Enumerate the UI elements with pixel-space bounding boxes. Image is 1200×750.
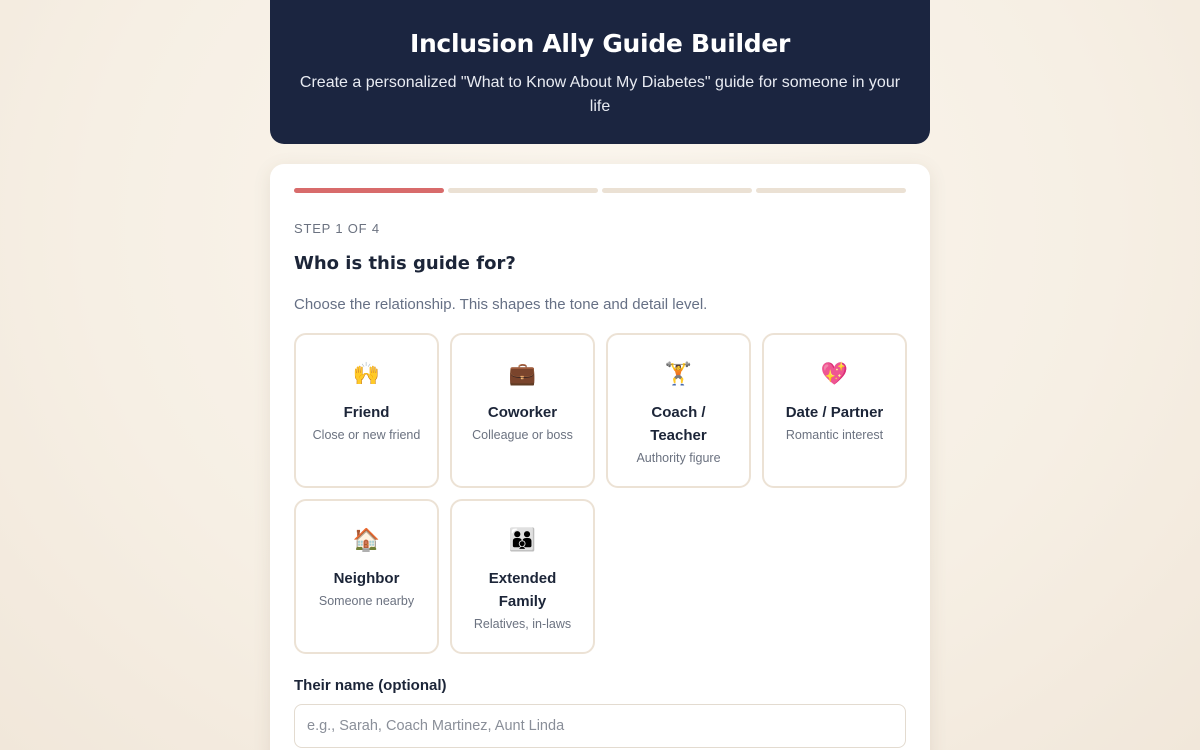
option-subtitle: Close or new friend <box>312 428 421 442</box>
step-question: Who is this guide for? <box>294 253 516 274</box>
option-subtitle: Romantic interest <box>785 428 884 442</box>
option-subtitle: Relatives, in-laws <box>473 617 572 631</box>
step-card: STEP 1 OF 4 Who is this guide for? Choos… <box>270 164 930 750</box>
option-coworker[interactable]: 💼 Coworker Colleague or boss <box>450 333 595 488</box>
option-coach-teacher[interactable]: 🏋️ Coach / Teacher Authority figure <box>606 333 751 488</box>
page-title: Inclusion Ally Guide Builder <box>409 29 791 58</box>
progress-segment-4 <box>756 188 906 193</box>
option-title: Neighbor <box>333 570 400 587</box>
option-subtitle: Authority figure <box>636 451 721 465</box>
name-field-label: Their name (optional) <box>294 677 447 694</box>
family-icon: 👪 <box>508 527 537 552</box>
progress-bar <box>294 188 906 193</box>
option-extended-family[interactable]: 👪 Extended Family Relatives, in-laws <box>450 499 595 654</box>
progress-segment-3 <box>602 188 752 193</box>
page-subtitle: Create a personalized "What to Know Abou… <box>299 74 901 115</box>
app-header: Inclusion Ally Guide Builder Create a pe… <box>270 0 930 144</box>
option-subtitle: Colleague or boss <box>472 428 573 442</box>
progress-segment-1 <box>294 188 444 193</box>
option-title: Coach / Teacher <box>650 404 707 444</box>
option-date-partner[interactable]: 💖 Date / Partner Romantic interest <box>762 333 907 488</box>
option-title: Friend <box>343 404 390 421</box>
raised-hands-icon: 🙌 <box>352 361 381 386</box>
sparkling-heart-icon: 💖 <box>820 361 849 386</box>
weightlifter-icon: 🏋️ <box>664 361 693 386</box>
progress-segment-2 <box>448 188 598 193</box>
option-title: Coworker <box>487 404 558 421</box>
step-label: STEP 1 OF 4 <box>294 221 380 236</box>
option-friend[interactable]: 🙌 Friend Close or new friend <box>294 333 439 488</box>
option-neighbor[interactable]: 🏠 Neighbor Someone nearby <box>294 499 439 654</box>
step-hint: Choose the relationship. This shapes the… <box>294 296 708 313</box>
house-icon: 🏠 <box>352 527 381 552</box>
option-subtitle: Someone nearby <box>318 594 415 608</box>
relationship-options: 🙌 Friend Close or new friend 💼 Coworker … <box>294 333 907 654</box>
name-input[interactable] <box>294 704 906 748</box>
briefcase-icon: 💼 <box>508 361 537 386</box>
option-title: Extended Family <box>488 570 557 610</box>
option-title: Date / Partner <box>785 404 884 421</box>
